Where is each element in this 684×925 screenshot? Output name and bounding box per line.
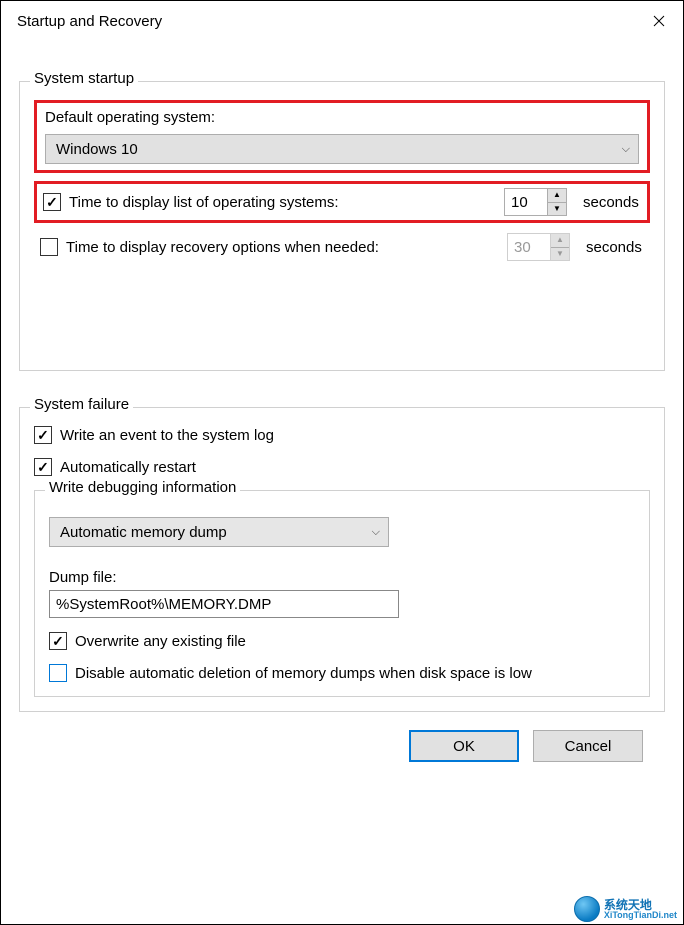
- display-list-label: Time to display list of operating system…: [69, 194, 339, 211]
- seconds-label-2: seconds: [586, 239, 644, 256]
- system-failure-legend: System failure: [30, 396, 133, 413]
- disable-delete-label: Disable automatic deletion of memory dum…: [75, 665, 532, 682]
- dump-file-input[interactable]: %SystemRoot%\MEMORY.DMP: [49, 590, 399, 618]
- display-recovery-checkbox[interactable]: [40, 238, 58, 256]
- disable-delete-row: Disable automatic deletion of memory dum…: [49, 664, 635, 682]
- default-os-select[interactable]: Windows 10 ⌵: [45, 134, 639, 164]
- spinner-up-icon[interactable]: ▲: [548, 189, 566, 203]
- display-recovery-value: [508, 234, 550, 260]
- overwrite-label: Overwrite any existing file: [75, 633, 246, 650]
- display-list-value[interactable]: [505, 189, 547, 215]
- auto-restart-checkbox[interactable]: [34, 458, 52, 476]
- display-recovery-label: Time to display recovery options when ne…: [66, 239, 379, 256]
- globe-icon: [574, 896, 600, 922]
- dump-type-select[interactable]: Automatic memory dump ⌵: [49, 517, 389, 547]
- display-list-spinner[interactable]: ▲ ▼: [504, 188, 567, 216]
- system-failure-group: System failure Write an event to the sys…: [19, 407, 665, 712]
- dump-file-block: Dump file: %SystemRoot%\MEMORY.DMP: [49, 569, 635, 618]
- display-list-row: Time to display list of operating system…: [43, 188, 641, 216]
- title-bar: Startup and Recovery: [1, 1, 683, 41]
- dump-file-label: Dump file:: [49, 569, 635, 586]
- write-debug-group: Write debugging information Automatic me…: [34, 490, 650, 697]
- chevron-down-icon: ⌵: [372, 526, 380, 539]
- spinner-down-icon[interactable]: ▼: [548, 203, 566, 216]
- dump-type-value: Automatic memory dump: [60, 524, 227, 541]
- default-os-value: Windows 10: [56, 141, 138, 158]
- display-recovery-row: Time to display recovery options when ne…: [34, 231, 650, 263]
- seconds-label-1: seconds: [583, 194, 641, 211]
- cancel-button[interactable]: Cancel: [533, 730, 643, 762]
- display-recovery-spinner: ▲ ▼: [507, 233, 570, 261]
- spinner-buttons: ▲ ▼: [547, 189, 566, 215]
- debug-stack: Automatic memory dump ⌵ Dump file: %Syst…: [49, 517, 635, 682]
- chevron-down-icon: ⌵: [622, 143, 630, 156]
- dialog-content: System startup Default operating system:…: [1, 41, 683, 780]
- write-event-label: Write an event to the system log: [60, 427, 274, 444]
- spinner-up-icon: ▲: [551, 234, 569, 248]
- spinner-buttons-disabled: ▲ ▼: [550, 234, 569, 260]
- write-event-row: Write an event to the system log: [34, 426, 650, 444]
- watermark: 系统天地 XiTongTianDi.net: [574, 896, 677, 922]
- highlight-default-os: Default operating system: Windows 10 ⌵: [34, 100, 650, 173]
- spinner-down-icon: ▼: [551, 248, 569, 261]
- failure-stack: Write an event to the system log Automat…: [34, 426, 650, 697]
- write-event-checkbox[interactable]: [34, 426, 52, 444]
- overwrite-row: Overwrite any existing file: [49, 632, 635, 650]
- highlight-display-list: Time to display list of operating system…: [34, 181, 650, 223]
- window-title: Startup and Recovery: [17, 13, 162, 30]
- write-debug-legend: Write debugging information: [45, 479, 240, 496]
- auto-restart-label: Automatically restart: [60, 459, 196, 476]
- dialog-buttons: OK Cancel: [19, 712, 665, 762]
- overwrite-checkbox[interactable]: [49, 632, 67, 650]
- system-startup-group: System startup Default operating system:…: [19, 81, 665, 371]
- close-icon: [653, 15, 665, 27]
- disable-delete-checkbox[interactable]: [49, 664, 67, 682]
- watermark-url: XiTongTianDi.net: [604, 911, 677, 920]
- watermark-cn: 系统天地: [604, 899, 677, 911]
- system-startup-legend: System startup: [30, 70, 138, 87]
- dump-file-value: %SystemRoot%\MEMORY.DMP: [56, 596, 271, 613]
- auto-restart-row: Automatically restart: [34, 458, 650, 476]
- default-os-label: Default operating system:: [45, 109, 639, 126]
- watermark-text: 系统天地 XiTongTianDi.net: [604, 899, 677, 920]
- display-list-checkbox[interactable]: [43, 193, 61, 211]
- ok-button[interactable]: OK: [409, 730, 519, 762]
- close-button[interactable]: [635, 1, 683, 41]
